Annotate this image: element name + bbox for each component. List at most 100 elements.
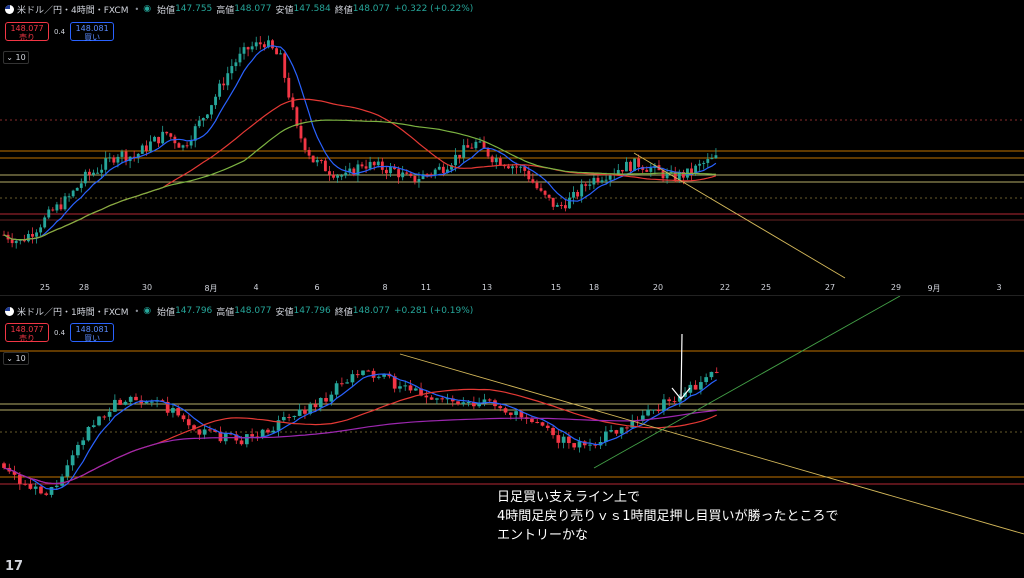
candle	[498, 406, 503, 409]
candle	[44, 493, 49, 495]
candle	[334, 383, 339, 395]
candle	[551, 427, 555, 436]
time-axis-label: 25	[760, 283, 772, 292]
candle	[413, 388, 418, 391]
candle	[572, 191, 575, 198]
market-status-icon: •	[134, 306, 140, 316]
candle	[70, 455, 75, 466]
candle	[230, 66, 234, 74]
candle	[254, 42, 258, 47]
candle	[568, 197, 571, 209]
candle	[482, 141, 486, 148]
candle	[514, 411, 518, 415]
candle	[709, 371, 714, 378]
bottom-symbol[interactable]: 米ドル／円・1時間・FXCM	[17, 305, 128, 318]
candle	[149, 401, 154, 403]
candle	[649, 167, 653, 172]
ma-red-line	[3, 388, 717, 485]
candle	[181, 145, 185, 148]
eye-icon[interactable]: ◉	[143, 4, 151, 14]
time-axis-label: 6	[314, 283, 320, 292]
candle	[299, 125, 303, 139]
candle	[340, 383, 344, 385]
candle	[120, 151, 124, 157]
buy-price: 148.081	[75, 24, 109, 33]
candle	[202, 429, 207, 435]
spread-value: 0.4	[54, 328, 66, 337]
candle	[33, 486, 38, 489]
candle	[328, 171, 331, 175]
candle	[466, 401, 471, 403]
candle	[324, 397, 328, 402]
candle	[123, 401, 128, 405]
candle	[54, 485, 59, 488]
ma-green-line	[3, 119, 716, 241]
candle	[281, 417, 286, 421]
market-status-icon: •	[134, 4, 140, 14]
trend-line	[593, 295, 901, 469]
candle	[350, 374, 355, 383]
candle	[238, 53, 242, 63]
candle	[461, 402, 466, 405]
candle	[540, 422, 545, 426]
pane-separator[interactable]	[0, 295, 1024, 296]
candle	[629, 161, 632, 172]
candle	[498, 158, 502, 166]
candle	[470, 147, 474, 149]
buy-button[interactable]: 148.081 買い	[70, 22, 115, 42]
candle	[189, 140, 193, 146]
candle	[604, 431, 608, 442]
candle	[81, 440, 86, 445]
indicators-toggle[interactable]: ⌄ 10	[3, 51, 29, 64]
sell-button[interactable]: 148.077 売り	[5, 323, 49, 343]
candle	[651, 409, 656, 411]
annotation-text[interactable]: 日足買い支えライン上で 4時間足戻り売りｖｓ1時間足押し目買いが勝ったところで …	[497, 488, 839, 545]
sell-button[interactable]: 148.077 売り	[5, 22, 49, 42]
low-value: 147.584	[293, 4, 331, 14]
candle	[153, 136, 156, 142]
candle	[672, 401, 677, 403]
candle	[435, 398, 439, 400]
candle	[344, 172, 348, 176]
candle	[262, 44, 266, 48]
sell-label: 売り	[19, 33, 35, 42]
eye-icon[interactable]: ◉	[143, 306, 151, 316]
candle	[176, 407, 181, 416]
candle	[144, 145, 148, 151]
open-label: 始値	[157, 307, 176, 318]
tradingview-logo[interactable]: 17	[5, 559, 23, 574]
candle	[157, 136, 161, 144]
candle	[28, 484, 33, 489]
candle	[311, 155, 315, 163]
candle	[608, 175, 612, 180]
candle	[128, 396, 133, 402]
candle	[100, 169, 104, 173]
candle	[527, 170, 531, 180]
candle	[619, 427, 624, 434]
candle	[279, 53, 283, 55]
candle	[661, 170, 665, 179]
candle	[313, 404, 318, 408]
buy-button[interactable]: 148.081 買い	[70, 323, 115, 343]
candle	[572, 443, 577, 448]
indicators-toggle[interactable]: ⌄ 10	[3, 352, 29, 365]
candle	[112, 157, 116, 163]
candle	[361, 370, 365, 376]
top-symbol[interactable]: 米ドル／円・4時間・FXCM	[17, 3, 128, 16]
candle	[165, 131, 169, 134]
candle	[656, 409, 661, 412]
candle	[49, 487, 54, 495]
candle	[345, 382, 350, 384]
time-axis-label: 18	[588, 283, 600, 292]
candle	[600, 180, 604, 183]
candle	[441, 166, 445, 173]
high-label: 高値	[216, 5, 235, 16]
candle	[355, 374, 360, 376]
candle	[511, 166, 514, 169]
candle	[614, 430, 619, 434]
candle	[83, 171, 87, 184]
candle	[258, 42, 262, 45]
candle	[474, 141, 478, 149]
candle	[576, 191, 580, 197]
candle	[360, 164, 364, 167]
